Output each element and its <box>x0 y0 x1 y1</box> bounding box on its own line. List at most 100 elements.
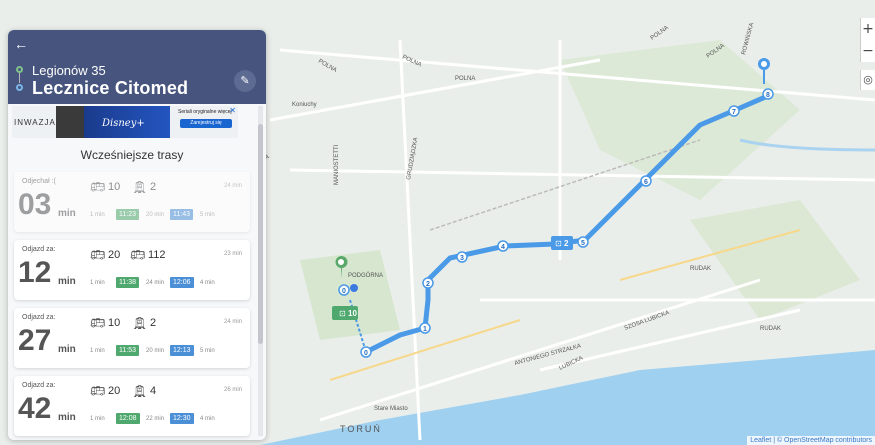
line-number: 10 <box>108 317 121 329</box>
stop-7[interactable]: 7 <box>728 105 740 117</box>
route-connector <box>19 73 20 83</box>
map-label: RUDAK <box>690 266 711 272</box>
svg-text:1: 1 <box>423 326 427 333</box>
ad-brand: INWAZJA <box>14 118 56 127</box>
bus-badge-2[interactable]: ⊡ 2 <box>551 236 573 250</box>
bus-icon: 🚌︎ <box>90 180 106 194</box>
departure-time: 11:38 <box>116 277 139 288</box>
walk-before: 1 min <box>90 280 105 286</box>
card-label: Odjechał :( <box>22 178 56 185</box>
line-number: 20 <box>108 249 121 261</box>
ad-image <box>56 106 84 138</box>
card-unit: min <box>58 412 76 423</box>
card-label: Odjazd za: <box>22 382 56 389</box>
map-label: Koniuchy <box>292 102 317 108</box>
trip-duration: 26 min <box>223 387 242 393</box>
stop-5[interactable]: 5 <box>577 236 589 248</box>
line-number: 112 <box>148 249 166 261</box>
arrival-time: 11:43 <box>170 209 193 220</box>
destination-label[interactable]: Lecznice Citomed <box>32 78 188 99</box>
arrival-time: 12:13 <box>170 345 194 356</box>
departure-time: 12:08 <box>116 413 140 424</box>
scrollbar-thumb[interactable] <box>258 124 263 344</box>
ride-time: 20 min <box>146 212 165 218</box>
tram-icon: 🚊︎ <box>132 316 148 330</box>
ride-time: 22 min <box>146 416 165 422</box>
stop-8[interactable]: 8 <box>762 88 774 100</box>
stop-3[interactable]: 3 <box>456 251 468 263</box>
svg-text:6: 6 <box>644 179 648 186</box>
trip-duration: 24 min <box>223 183 242 189</box>
route-header: ← Legionów 35 Lecznice Citomed ✎ <box>8 30 266 104</box>
svg-text:⊡: ⊡ <box>555 239 562 248</box>
bus-icon: 🚌︎ <box>90 384 106 398</box>
ride-time: 20 min <box>146 348 165 354</box>
svg-text:8: 8 <box>766 92 770 99</box>
svg-text:2: 2 <box>564 239 569 248</box>
scrollbar[interactable] <box>258 106 263 436</box>
trip-duration: 24 min <box>223 319 242 325</box>
locate-button[interactable]: ◎ <box>860 70 875 90</box>
card-label: Odjazd za: <box>22 314 56 321</box>
back-arrow-icon[interactable]: ← <box>14 36 28 52</box>
card-minutes: 12 <box>18 256 52 289</box>
ride-time: 24 min <box>146 280 165 286</box>
walk-before: 1 min <box>90 212 105 218</box>
ad-close-icon[interactable]: ✕ <box>229 106 236 115</box>
zoom-in-button[interactable]: + <box>861 18 875 40</box>
walk-after: 4 min <box>200 280 215 286</box>
origin-dot-icon <box>16 66 23 73</box>
zoom-control: + − <box>860 18 875 62</box>
card-minutes: 42 <box>18 392 52 425</box>
stop-1[interactable]: 1 <box>419 322 431 334</box>
bus-icon: 🚌︎ <box>90 316 106 330</box>
card-minutes: 03 <box>18 188 52 221</box>
ad-service: Disney+ <box>102 118 145 129</box>
walk-before: 1 min <box>90 348 105 354</box>
map-label: PODGÓRNA <box>348 272 383 279</box>
ad-button[interactable]: Zarejestruj się <box>180 119 232 128</box>
stop-6[interactable]: 6 <box>640 175 652 187</box>
city-label: TORUŃ <box>340 424 382 434</box>
card-minutes: 27 <box>18 324 52 357</box>
current-location-dot <box>350 284 358 292</box>
svg-text:3: 3 <box>460 255 464 262</box>
departure-time: 11:23 <box>116 209 139 220</box>
route-card[interactable]: Odjazd za: 27 min 🚌︎ 10 🚊︎ 2 24 min 1 mi… <box>14 308 250 368</box>
edit-pencil-icon[interactable]: ✎ <box>234 70 256 92</box>
stop-2[interactable]: 2 <box>422 277 434 289</box>
svg-text:4: 4 <box>501 244 505 251</box>
svg-text:5: 5 <box>581 240 585 247</box>
route-card[interactable]: Odjazd za: 42 min 🚌︎ 20 🚊︎ 4 26 min 1 mi… <box>14 376 250 436</box>
line-number: 2 <box>150 181 157 193</box>
svg-text:7: 7 <box>732 109 736 116</box>
walk-after: 5 min <box>200 212 215 218</box>
svg-text:0: 0 <box>364 350 368 357</box>
map-label: MANIOSTETTI <box>334 144 340 185</box>
stop-0[interactable]: 0 <box>360 346 372 358</box>
zoom-out-button[interactable]: − <box>861 40 875 62</box>
earlier-routes-link[interactable]: Wcześniejsze trasy <box>8 148 256 162</box>
card-unit: min <box>58 276 76 287</box>
stop-4[interactable]: 4 <box>497 240 509 252</box>
walk-before: 1 min <box>90 416 105 422</box>
svg-text:⊡: ⊡ <box>339 309 346 318</box>
map-attribution[interactable]: Leaflet | © OpenStreetMap contributors <box>747 436 875 445</box>
card-unit: min <box>58 344 76 355</box>
arrival-time: 12:06 <box>170 277 194 288</box>
route-card[interactable]: Odjechał :( 03 min 🚌︎ 10 🚊︎ 2 24 min 1 m… <box>14 172 250 232</box>
line-number: 4 <box>150 385 157 397</box>
tram-icon: 🚊︎ <box>132 180 148 194</box>
route-card[interactable]: Odjazd za: 12 min 🚌︎ 20 🚌︎ 112 23 min 1 … <box>14 240 250 300</box>
map-label: Stare Miasto <box>374 406 408 412</box>
tram-icon: 🚊︎ <box>132 384 148 398</box>
ad-banner[interactable]: INWAZJA Disney+ Seriali oryginalne więce… <box>12 106 238 138</box>
departure-time: 11:53 <box>116 345 139 356</box>
bus-icon: 🚌︎ <box>130 248 146 262</box>
stop-0-origin[interactable]: 0 <box>338 284 350 296</box>
origin-label[interactable]: Legionów 35 <box>32 63 106 78</box>
line-number: 2 <box>150 317 157 329</box>
card-unit: min <box>58 208 76 219</box>
svg-text:2: 2 <box>426 281 430 288</box>
tram-badge-10[interactable]: ⊡ 10 <box>332 306 358 320</box>
